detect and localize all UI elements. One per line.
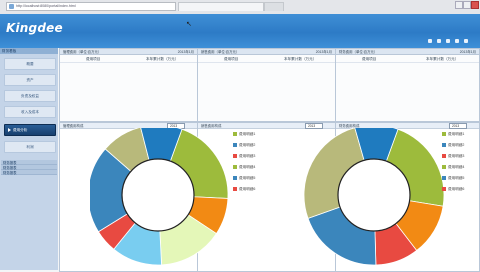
legend-label: 费用明细1 — [448, 132, 465, 136]
legend-item: 费用明细1 — [233, 132, 255, 137]
legend-item: 费用明细2 — [442, 143, 464, 148]
sales-expense-panel: 销售费用（单位:百万元） 2013年1月 费用项目 本年累计数（万元） — [197, 48, 336, 122]
legend-swatch — [442, 187, 446, 192]
table-divider — [60, 62, 197, 63]
table-divider — [198, 62, 335, 63]
legend-swatch — [233, 165, 237, 170]
sidebar-item-label: 资产 — [26, 78, 34, 82]
legend-swatch — [442, 132, 446, 137]
sidebar-section[interactable]: 财务报表 — [1, 170, 57, 175]
help-icon[interactable] — [455, 39, 459, 43]
chart-legend: 费用明细1 费用明细2 费用明细3 费用明细4 费用明细5 费用明细6 — [233, 128, 293, 208]
admin-expense-donut-chart — [90, 128, 229, 266]
sidebar-item-liabilities[interactable]: 负债及权益 — [4, 90, 56, 102]
favicon-icon — [9, 4, 14, 9]
table-divider — [336, 62, 479, 63]
legend-item: 费用明细5 — [233, 176, 255, 181]
legend-swatch — [442, 154, 446, 159]
panel-header: 财务费用（单位:百万元） 2013年1月 — [336, 49, 479, 55]
legend-item: 费用明细2 — [233, 143, 255, 148]
panel-title: 财务费用（单位:百万元） — [339, 50, 378, 54]
panel-date: 2013年1月 — [315, 50, 332, 54]
sidebar-section-label: 财务报表 — [3, 171, 17, 175]
sidebar-title: 财务看板 — [0, 48, 58, 54]
legend-item: 费用明细4 — [233, 165, 255, 170]
legend-label: 费用明细4 — [448, 165, 465, 169]
legend-label: 费用明细2 — [448, 143, 465, 147]
sidebar-item-expenses[interactable]: 费用分析 — [4, 124, 56, 136]
sidebar-item-overview[interactable]: 概要 — [4, 58, 56, 70]
panel-title: 管理费用（单位:百万元） — [63, 50, 102, 54]
legend-label: 费用明细3 — [448, 154, 465, 158]
address-bar[interactable]: http://localhost:8080/portal/index.html — [6, 2, 176, 11]
chart-title: 管理费用构成 — [63, 124, 84, 128]
minimize-icon[interactable] — [455, 1, 463, 9]
sidebar-item-label: 收入及成本 — [21, 110, 39, 114]
legend-label: 费用明细2 — [239, 143, 256, 147]
legend-swatch — [442, 143, 446, 148]
chart-legend: 费用明细1 费用明细2 费用明细3 费用明细4 费用明细5 费用明细6 — [442, 128, 478, 208]
logo: Kingdee — [6, 21, 63, 35]
admin-expense-panel: 管理费用（单位:百万元） 2013年1月 费用项目 本年累计数（万元） — [59, 48, 198, 122]
legend-item: 费用明细6 — [442, 187, 464, 192]
mouse-cursor-icon: ↖ — [186, 21, 192, 28]
legend-item: 费用明细4 — [442, 165, 464, 170]
legend-swatch — [233, 187, 237, 192]
home-icon[interactable] — [428, 39, 432, 43]
legend-label: 费用明细3 — [239, 154, 256, 158]
browser-tab[interactable] — [178, 2, 264, 11]
maximize-icon[interactable] — [463, 1, 471, 9]
panel-header: 销售费用（单位:百万元） 2013年1月 — [198, 49, 335, 55]
finance-expense-panel: 财务费用（单位:百万元） 2013年1月 费用项目 本年累计数（万元） — [335, 48, 480, 122]
legend-swatch — [442, 165, 446, 170]
legend-swatch — [442, 176, 446, 181]
sidebar-item-label: 费用分析 — [13, 128, 28, 132]
legend-swatch — [233, 154, 237, 159]
legend-label: 费用明细5 — [448, 176, 465, 180]
legend-item: 费用明细3 — [442, 154, 464, 159]
legend-label: 费用明细1 — [239, 132, 256, 136]
legend-swatch — [233, 132, 237, 137]
logout-icon[interactable] — [464, 39, 468, 43]
sidebar-item-label: 利润 — [26, 145, 34, 149]
legend-item: 费用明细6 — [233, 187, 255, 192]
settings-icon[interactable] — [446, 39, 450, 43]
legend-item: 费用明细3 — [233, 154, 255, 159]
sidebar-item-label: 负债及权益 — [21, 94, 39, 98]
legend-item: 费用明细1 — [442, 132, 464, 137]
sidebar-item-profit[interactable]: 利润 — [4, 141, 56, 153]
close-icon[interactable] — [471, 1, 479, 9]
donut-hole — [121, 158, 195, 232]
new-tab-button[interactable] — [264, 2, 284, 11]
legend-swatch — [233, 176, 237, 181]
donut-hole — [337, 158, 411, 232]
sidebar-item-income[interactable]: 收入及成本 — [4, 106, 56, 118]
panel-header: 管理费用（单位:百万元） 2013年1月 — [60, 49, 197, 55]
sidebar-item-assets[interactable]: 资产 — [4, 74, 56, 86]
address-text: http://localhost:8080/portal/index.html — [16, 4, 76, 8]
finance-expense-donut-chart — [303, 128, 445, 266]
legend-swatch — [233, 143, 237, 148]
legend-item: 费用明细5 — [442, 176, 464, 181]
panel-title: 销售费用（单位:百万元） — [201, 50, 240, 54]
app-header — [0, 14, 480, 48]
panel-date: 2013年1月 — [177, 50, 194, 54]
arrow-right-icon — [8, 128, 11, 132]
user-icon[interactable] — [437, 39, 441, 43]
legend-label: 费用明细5 — [239, 176, 256, 180]
sidebar-title-text: 财务看板 — [2, 49, 17, 53]
panel-date: 2013年1月 — [459, 50, 476, 54]
legend-label: 费用明细4 — [239, 165, 256, 169]
sidebar-item-label: 概要 — [26, 62, 34, 66]
legend-label: 费用明细6 — [448, 187, 465, 191]
legend-label: 费用明细6 — [239, 187, 256, 191]
